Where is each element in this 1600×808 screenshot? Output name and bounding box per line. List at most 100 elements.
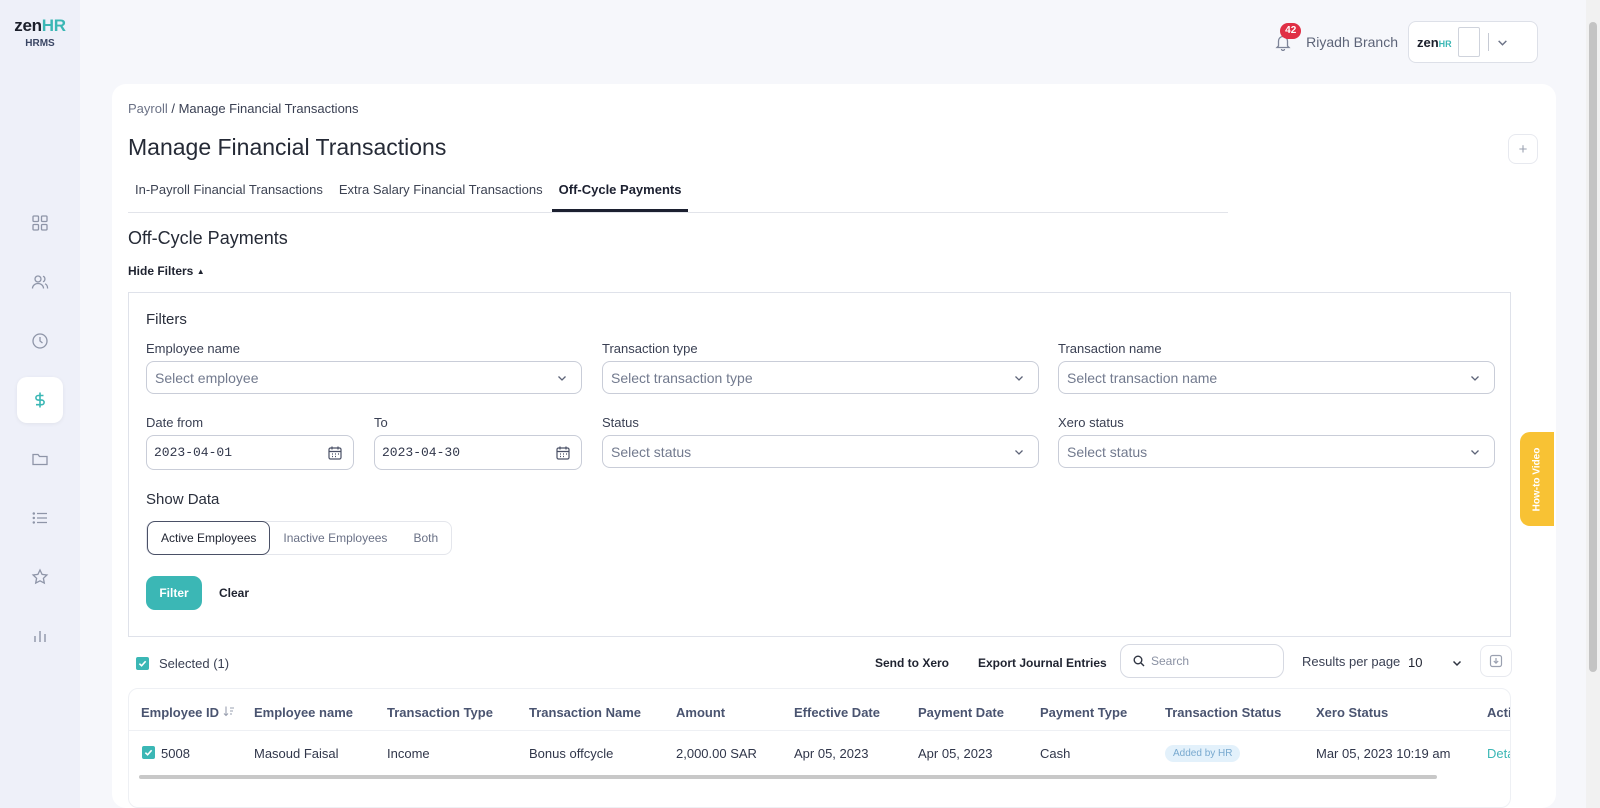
- tab-off-cycle-payments[interactable]: Off-Cycle Payments: [551, 180, 689, 212]
- transaction-type-select[interactable]: Select transaction type: [602, 361, 1039, 394]
- sidebar-item-attendance[interactable]: [17, 318, 63, 364]
- xero-status-label: Xero status: [1058, 415, 1124, 430]
- chart-icon: [34, 631, 46, 642]
- chevron-down-icon: [1015, 376, 1023, 381]
- people-icon: [31, 275, 49, 289]
- search-input[interactable]: Search: [1120, 644, 1284, 678]
- show-data-label: Show Data: [146, 491, 220, 508]
- status-badge: Added by HR: [1165, 745, 1241, 762]
- column-header-effective-date[interactable]: Effective Date: [794, 705, 880, 720]
- column-header-employee-id[interactable]: Employee ID: [141, 705, 235, 720]
- select-all-checkbox[interactable]: [136, 657, 149, 670]
- sidebar-item-employees[interactable]: [17, 259, 63, 305]
- xero-status-select[interactable]: Select status: [1058, 435, 1495, 468]
- column-header-xero-status[interactable]: Xero Status: [1316, 705, 1388, 720]
- sidebar-item-reports[interactable]: [17, 613, 63, 659]
- filter-button[interactable]: Filter: [146, 576, 202, 610]
- search-icon: [1133, 655, 1145, 667]
- avatar: [1457, 27, 1480, 57]
- column-header-employee-name[interactable]: Employee name: [254, 705, 353, 720]
- sidebar-item-documents[interactable]: [17, 436, 63, 482]
- results-per-page-select[interactable]: 10: [1408, 655, 1422, 670]
- calendar-icon[interactable]: [327, 445, 343, 461]
- filters-heading: Filters: [146, 311, 187, 328]
- scrollbar-thumb[interactable]: [1589, 22, 1597, 672]
- transaction-name-label: Transaction name: [1058, 341, 1162, 356]
- cell-transaction-type: Income: [387, 746, 430, 761]
- filters-panel: Filters Employee name Select employee Tr…: [128, 292, 1511, 637]
- export-journal-entries-button[interactable]: Export Journal Entries: [978, 656, 1107, 670]
- show-data-inactive-employees[interactable]: Inactive Employees: [270, 522, 400, 554]
- show-data-both[interactable]: Both: [400, 522, 451, 554]
- transactions-table: Employee ID Employee name Transaction Ty…: [128, 688, 1511, 808]
- column-header-transaction-type[interactable]: Transaction Type: [387, 705, 493, 720]
- show-data-toggle: Active Employees Inactive Employees Both: [146, 521, 453, 555]
- clock-icon: [32, 333, 48, 349]
- transaction-type-label: Transaction type: [602, 341, 698, 356]
- star-icon: [31, 568, 49, 585]
- folder-icon: [32, 453, 48, 466]
- employee-name-label: Employee name: [146, 341, 240, 356]
- sort-icon[interactable]: [223, 705, 235, 717]
- account-menu[interactable]: zenHR: [1408, 21, 1538, 63]
- show-data-active-employees[interactable]: Active Employees: [147, 521, 271, 555]
- list-icon: [32, 512, 47, 524]
- cell-xero-status: Mar 05, 2023 10:19 am: [1316, 746, 1451, 761]
- caret-up-icon: ▲: [196, 267, 205, 276]
- transaction-name-select[interactable]: Select transaction name: [1058, 361, 1495, 394]
- breadcrumb-current: Manage Financial Transactions: [178, 101, 359, 116]
- column-header-transaction-status[interactable]: Transaction Status: [1165, 705, 1281, 720]
- status-label: Status: [602, 415, 639, 430]
- chevron-down-icon: [1471, 376, 1479, 381]
- column-header-payment-date[interactable]: Payment Date: [918, 705, 1004, 720]
- sidebar: zenHR HRMS: [0, 0, 80, 808]
- clear-button[interactable]: Clear: [219, 586, 249, 600]
- selected-count: Selected (1): [136, 656, 229, 671]
- download-icon: [1489, 654, 1503, 668]
- column-header-payment-type[interactable]: Payment Type: [1040, 705, 1127, 720]
- section-title: Off-Cycle Payments: [128, 228, 288, 248]
- details-link[interactable]: Deta: [1487, 746, 1510, 761]
- date-to-label: To: [374, 415, 388, 430]
- breadcrumb-payroll-link[interactable]: Payroll: [128, 101, 168, 116]
- column-header-transaction-name[interactable]: Transaction Name: [529, 705, 641, 720]
- tab-in-payroll[interactable]: In-Payroll Financial Transactions: [128, 180, 330, 212]
- chevron-down-icon: [1471, 450, 1479, 455]
- hide-filters-toggle[interactable]: Hide Filters ▲: [128, 264, 205, 278]
- date-to-input[interactable]: 2023-04-30: [374, 435, 582, 470]
- chevron-down-icon[interactable]: [1497, 37, 1508, 48]
- sidebar-item-dashboard[interactable]: [17, 200, 63, 246]
- date-from-input[interactable]: 2023-04-01: [146, 435, 354, 470]
- check-icon: [144, 749, 153, 756]
- divider: [129, 730, 1510, 731]
- breadcrumb: Payroll / Manage Financial Transactions: [128, 101, 359, 116]
- results-per-page-label: Results per page: [1302, 654, 1401, 669]
- cell-amount: 2,000.00 SAR: [676, 746, 757, 761]
- sidebar-item-favorites[interactable]: [17, 554, 63, 600]
- download-button[interactable]: [1480, 645, 1512, 677]
- app-logo[interactable]: zenHR HRMS: [0, 16, 80, 49]
- add-button[interactable]: +: [1508, 134, 1538, 164]
- row-checkbox[interactable]: [142, 746, 155, 759]
- branch-name[interactable]: Riyadh Branch: [1306, 34, 1398, 50]
- vertical-scrollbar[interactable]: [1586, 0, 1600, 808]
- divider: [1487, 33, 1489, 51]
- dollar-icon: [35, 392, 45, 408]
- sidebar-item-lists[interactable]: [17, 495, 63, 541]
- sidebar-item-payroll[interactable]: [17, 377, 63, 423]
- notifications-button[interactable]: 42: [1270, 23, 1302, 55]
- column-header-amount[interactable]: Amount: [676, 705, 725, 720]
- chevron-down-icon: [558, 376, 566, 381]
- calendar-icon[interactable]: [555, 445, 571, 461]
- tab-bar: In-Payroll Financial Transactions Extra …: [128, 180, 1228, 213]
- main-card: Payroll / Manage Financial Transactions …: [112, 84, 1556, 808]
- column-header-actions: Acti: [1487, 705, 1511, 720]
- tab-extra-salary[interactable]: Extra Salary Financial Transactions: [332, 180, 550, 212]
- horizontal-scrollbar[interactable]: [139, 775, 1437, 779]
- top-bar: 42 Riyadh Branch zenHR: [1270, 20, 1538, 64]
- send-to-xero-button[interactable]: Send to Xero: [875, 656, 949, 670]
- employee-select[interactable]: Select employee: [146, 361, 582, 394]
- chevron-down-icon[interactable]: [1452, 658, 1462, 668]
- how-to-video-button[interactable]: How-to Video: [1520, 432, 1554, 526]
- status-select[interactable]: Select status: [602, 435, 1039, 468]
